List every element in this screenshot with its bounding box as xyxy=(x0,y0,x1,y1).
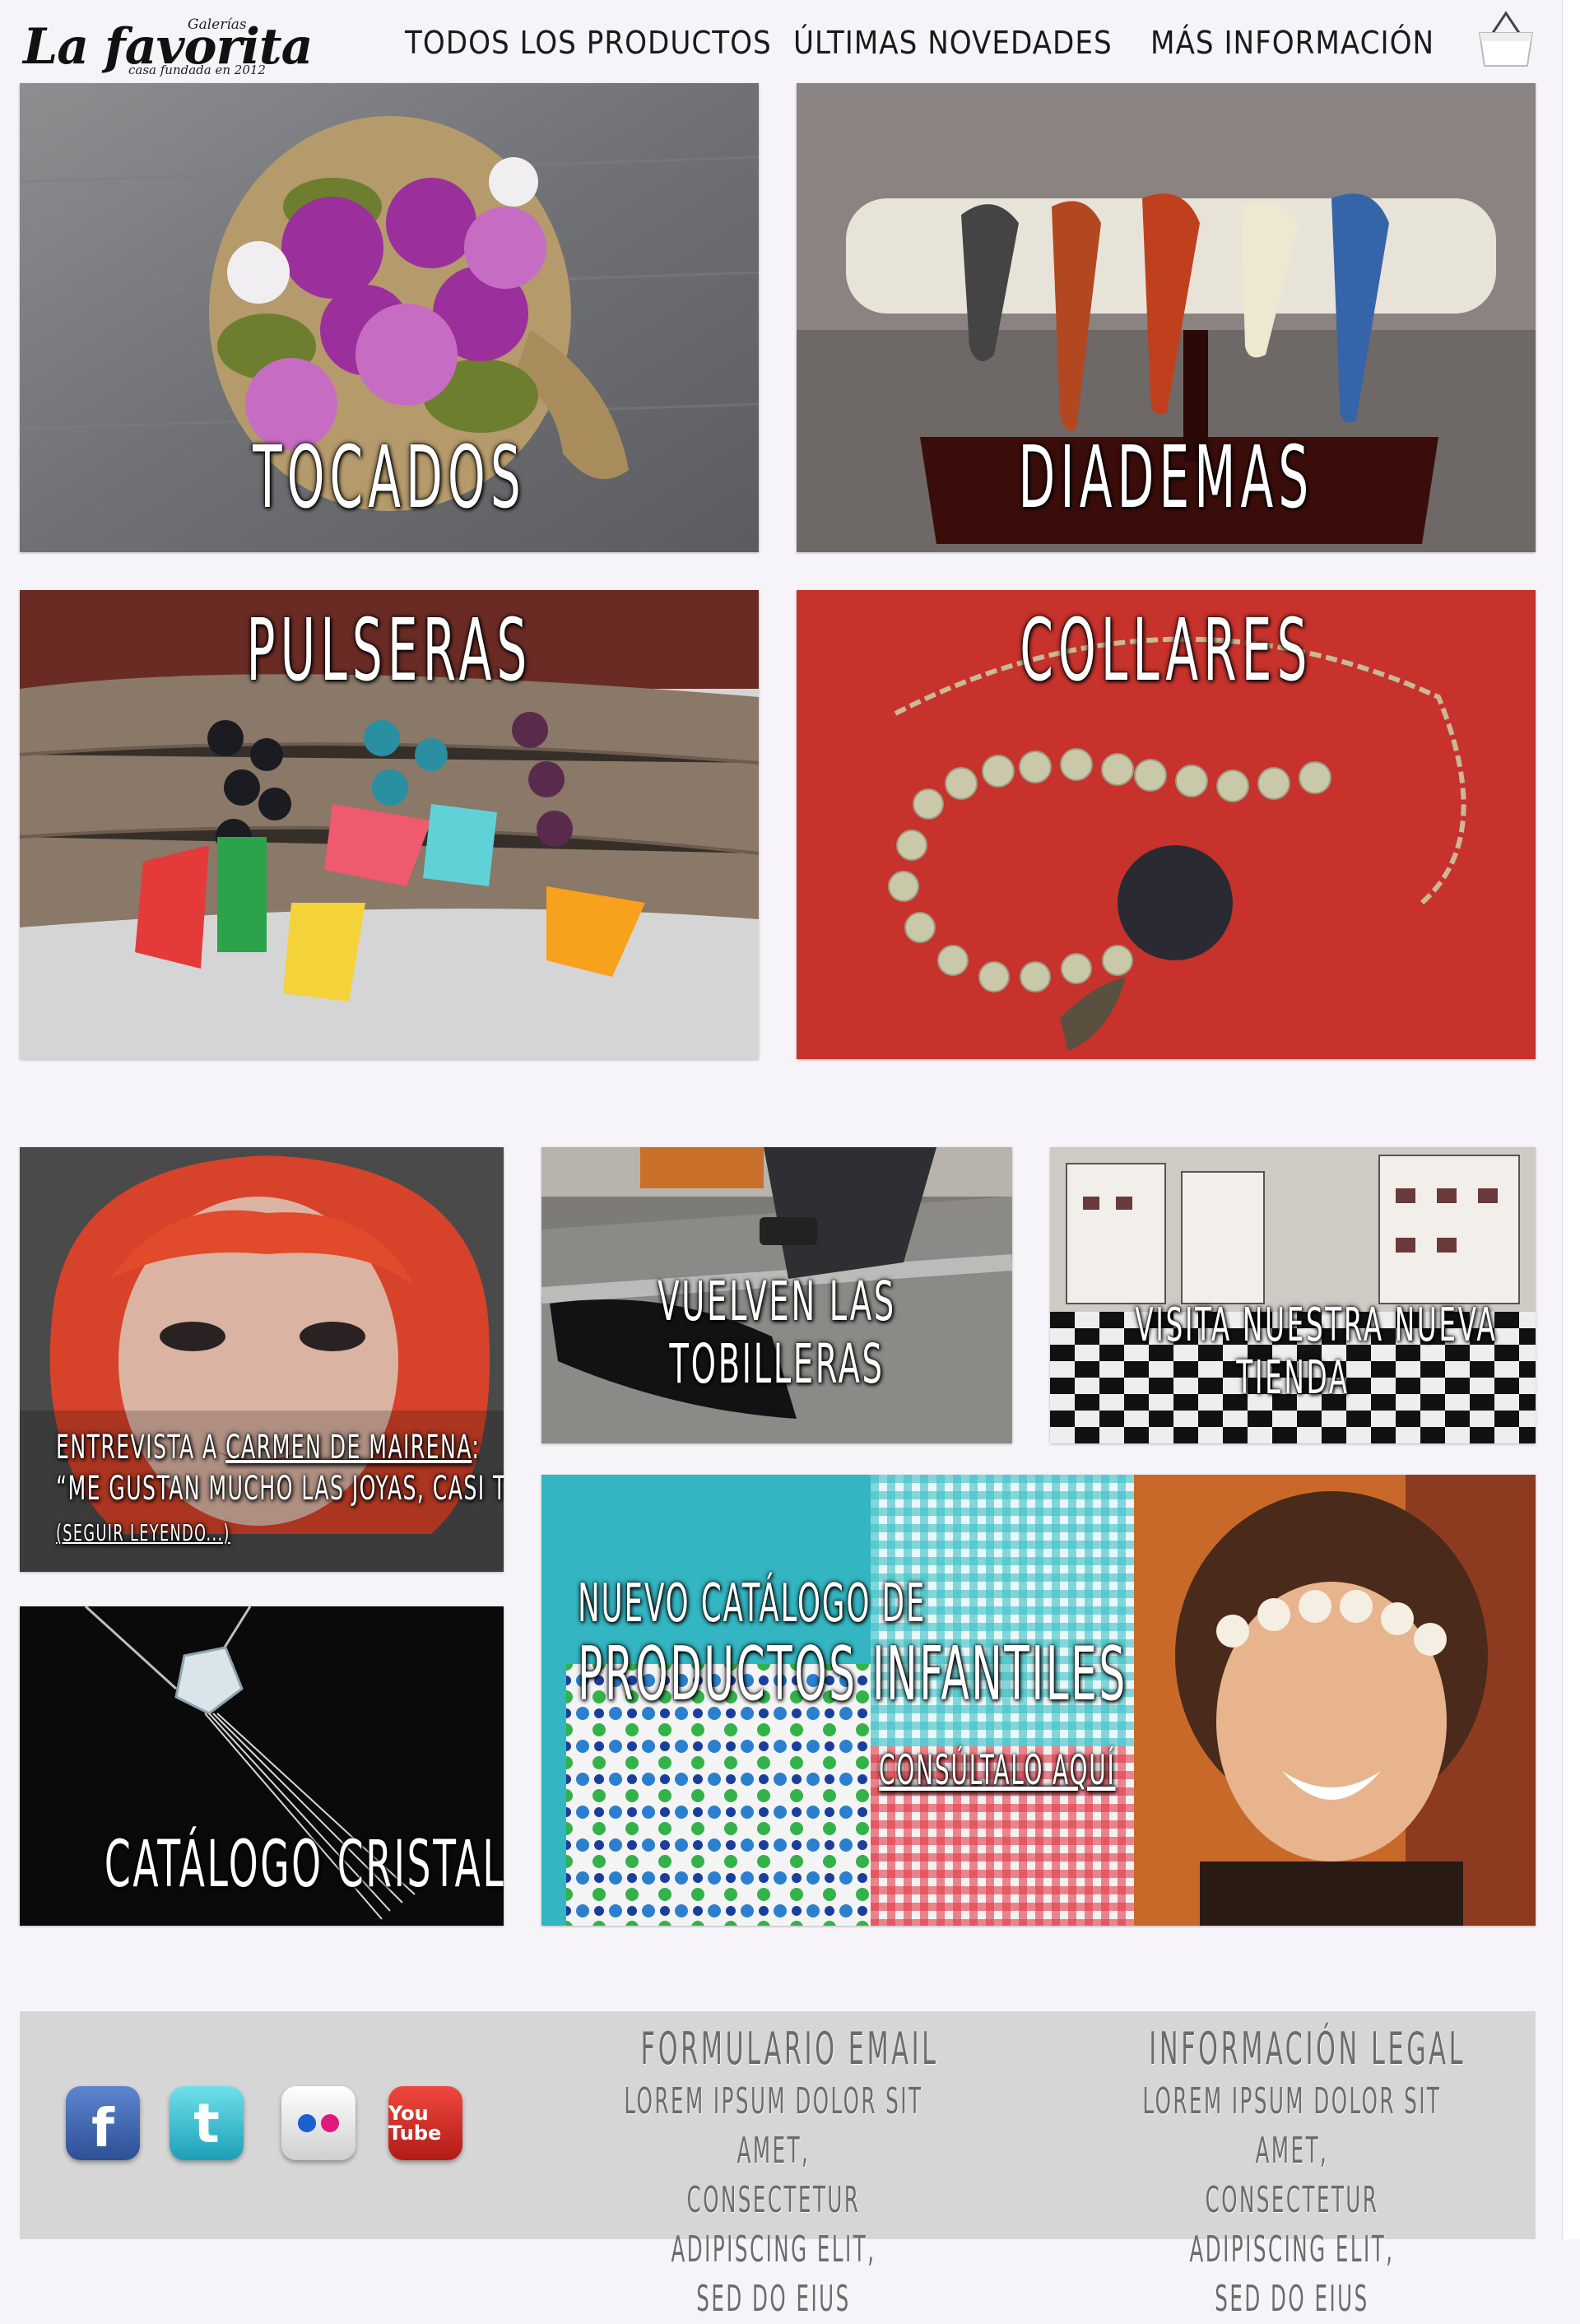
category-tile-pulseras[interactable]: Pulseras xyxy=(20,590,759,1059)
page-scrollbar[interactable] xyxy=(1562,0,1580,2239)
legal-info-title[interactable]: Información legal xyxy=(1149,2023,1462,2075)
interview-colon: : xyxy=(472,1429,481,1466)
logo-tagline: casa fundada en 2012 xyxy=(128,63,266,77)
email-form-body: Lorem ipsum dolor sit amet, consectetur … xyxy=(620,2077,927,2324)
anklets-line1: Vuelven las xyxy=(658,1270,896,1333)
nav-latest-news[interactable]: Últimas novedades xyxy=(793,25,1113,61)
anklets-line2: tobilleras xyxy=(669,1332,885,1396)
tocados-label: Tocados xyxy=(253,427,526,528)
flickr-icon[interactable] xyxy=(281,2086,356,2160)
youtube-glyph: You Tube xyxy=(388,2102,442,2145)
kids-line1: Nuevo catálogo de xyxy=(578,1573,927,1634)
facebook-icon[interactable]: f xyxy=(66,2086,140,2160)
shopping-bag-icon[interactable] xyxy=(1476,8,1536,67)
store-line1: Visita nuestra nueva xyxy=(1135,1299,1498,1352)
store-line2: tienda xyxy=(1236,1351,1350,1406)
email-body-line-1: Lorem ipsum dolor sit amet, xyxy=(624,2080,923,2172)
site-logo[interactable]: Galerías La favorita casa fundada en 201… xyxy=(23,12,319,77)
category-tile-collares[interactable]: Collares xyxy=(797,590,1536,1059)
email-form-title[interactable]: Formulario email xyxy=(641,2023,936,2075)
collares-label: Collares xyxy=(1020,600,1313,700)
interview-text: Entrevista a Carmen de Mairena: “Me gust… xyxy=(56,1427,504,1550)
feature-tile-store[interactable]: Visita nuestra nueva tienda xyxy=(1050,1147,1536,1443)
store-label: Visita nuestra nueva tienda xyxy=(1135,1299,1498,1406)
feature-tile-anklets[interactable]: Vuelven las tobilleras xyxy=(541,1147,1012,1443)
email-body-line-3: sed do eius xyxy=(696,2278,851,2320)
legal-body-line-1: Lorem ipsum dolor sit amet, xyxy=(1142,2080,1442,2172)
kids-label: Nuevo catálogo de productos infantiles xyxy=(578,1573,1464,1717)
nav-all-products[interactable]: Todos los productos xyxy=(405,25,772,61)
kids-line2: productos infantiles xyxy=(578,1631,1127,1717)
pulseras-label: Pulseras xyxy=(246,600,532,700)
feature-tile-interview[interactable]: Entrevista a Carmen de Mairena: “Me gust… xyxy=(20,1147,504,1572)
category-tile-tocados[interactable]: Tocados xyxy=(20,83,759,552)
email-body-line-2: consectetur adipiscing elit, xyxy=(671,2179,876,2271)
feature-tile-crystal[interactable]: Catálogo cristal xyxy=(20,1606,504,1926)
legal-info-body: Lorem ipsum dolor sit amet, consectetur … xyxy=(1139,2077,1445,2324)
youtube-icon[interactable]: You Tube xyxy=(388,2086,462,2160)
category-tile-diademas[interactable]: Diademas xyxy=(797,83,1536,552)
interview-prefix: Entrevista a xyxy=(56,1429,218,1466)
interview-quote: “Me gustan mucho las joyas, casi tanto c… xyxy=(56,1470,504,1508)
twitter-icon[interactable]: t xyxy=(170,2086,244,2160)
legal-body-line-2: consectetur adipiscing elit, xyxy=(1189,2179,1395,2271)
twitter-glyph: t xyxy=(193,2091,220,2155)
read-more-link[interactable]: (seguir leyendo...) xyxy=(56,1519,230,1546)
flickr-dots xyxy=(298,2114,339,2132)
interview-name-link[interactable]: Carmen de Mairena xyxy=(225,1429,472,1466)
kids-catalog-link[interactable]: Consúltalo aquí xyxy=(879,1746,1116,1794)
anklets-label: Vuelven las tobilleras xyxy=(624,1271,930,1396)
nav-more-info[interactable]: Más información xyxy=(1150,25,1434,61)
crystal-label: Catálogo cristal xyxy=(104,1828,504,1902)
facebook-glyph: f xyxy=(91,2099,114,2159)
legal-body-line-3: sed do eius xyxy=(1215,2278,1369,2320)
diademas-label: Diademas xyxy=(1018,427,1314,528)
feature-tile-kids[interactable]: Nuevo catálogo de productos infantiles C… xyxy=(541,1475,1536,1926)
